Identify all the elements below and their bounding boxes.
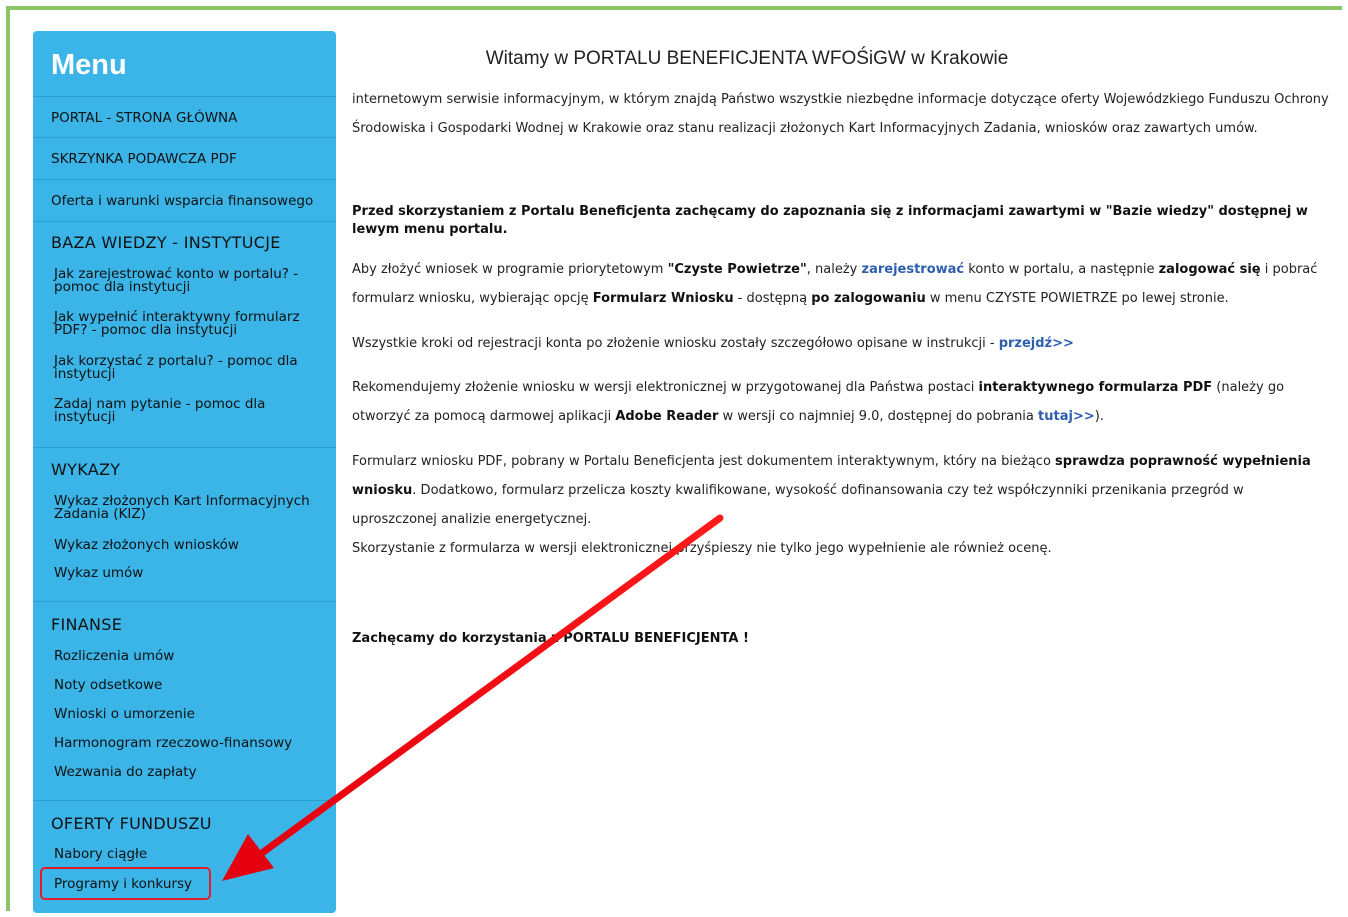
sidebar-item-settlements[interactable]: Rozliczenia umów: [54, 649, 324, 663]
sidebar-item-continuous-calls[interactable]: Nabory ciągłe: [54, 847, 324, 861]
text-bold: Formularz Wniosku: [592, 291, 734, 306]
text-span: Wszystkie kroki od rejestracji konta po …: [352, 336, 999, 351]
page-title: Witamy w PORTALU BENEFICJENTA WFOŚiGW w …: [485, 48, 1009, 69]
menu-title: Menu: [51, 49, 127, 81]
section-title-knowledge-base: BAZA WIEDZY - INSTYTUCJE: [51, 233, 281, 252]
text-span: ).: [1094, 409, 1104, 424]
closing-text: Zachęcamy do korzystania z PORTALU BENEF…: [352, 631, 749, 646]
steps-paragraph: Wszystkie kroki od rejestracji konta po …: [352, 329, 1332, 358]
sidebar-item-ask-question[interactable]: Zadaj nam pytanie - pomoc dla instytucji: [54, 397, 324, 424]
sidebar-item-schedule[interactable]: Harmonogram rzeczowo-finansowy: [54, 736, 324, 750]
text-span: - dostępną: [733, 291, 812, 306]
sidebar-item-interest-notes[interactable]: Noty odsetkowe: [54, 678, 324, 692]
divider: [33, 221, 336, 222]
sidebar-item-register-help[interactable]: Jak zarejestrować konto w portalu? - pom…: [54, 267, 324, 294]
section-title-finance: FINANSE: [51, 615, 123, 634]
form-paragraph: Formularz wniosku PDF, pobrany w Portalu…: [352, 447, 1332, 563]
text-span: w menu CZYSTE POWIETRZE po lewej stronie…: [925, 291, 1229, 306]
text-bold: po zalogowaniu: [811, 291, 926, 306]
text-span: Rekomendujemy złożenie wniosku w wersji …: [352, 380, 979, 395]
sidebar-item-payment-calls[interactable]: Wezwania do zapłaty: [54, 765, 324, 779]
divider: [33, 601, 336, 602]
sidebar-link-portal-home[interactable]: PORTAL - STRONA GŁÓWNA: [51, 110, 237, 126]
text-span: Skorzystanie z formularza w wersji elekt…: [352, 541, 1052, 556]
instruction-link[interactable]: przejdź>>: [999, 336, 1074, 351]
section-title-lists: WYKAZY: [51, 460, 121, 479]
text-span: . Dodatkowo, formularz przelicza koszty …: [352, 483, 1244, 527]
sidebar-item-pdf-help[interactable]: Jak wypełnić interaktywny formularz PDF?…: [54, 310, 324, 337]
text-bold: zalogować się: [1158, 262, 1261, 277]
text-span: konto w portalu, a następnie: [964, 262, 1159, 277]
text-span: , należy: [806, 262, 862, 277]
notice-paragraph: Przed skorzystaniem z Portalu Beneficjen…: [352, 204, 1308, 237]
sidebar-item-contracts-list[interactable]: Wykaz umów: [54, 566, 324, 580]
sidebar-item-kiz-list[interactable]: Wykaz złożonych Kart Informacyjnych Zada…: [54, 494, 324, 521]
divider: [33, 447, 336, 448]
text-span: w wersji co najmniej 9.0, dostępnej do p…: [718, 409, 1039, 424]
sidebar-item-applications-list[interactable]: Wykaz złożonych wniosków: [54, 538, 324, 552]
text-bold: interaktywnego formularza PDF: [978, 380, 1213, 395]
sidebar-link-pdf-inbox[interactable]: SKRZYNKA PODAWCZA PDF: [51, 151, 237, 167]
sidebar-item-portal-help[interactable]: Jak korzystać z portalu? - pomoc dla ins…: [54, 354, 324, 381]
divider: [33, 137, 336, 138]
text-span: Formularz wniosku PDF, pobrany w Portalu…: [352, 454, 1056, 469]
sidebar-link-offer[interactable]: Oferta i warunki wsparcia finansowego: [51, 193, 313, 209]
divider: [33, 96, 336, 97]
instructions-paragraph: Aby złożyć wniosek w programie priorytet…: [352, 255, 1332, 313]
sidebar-menu: Menu PORTAL - STRONA GŁÓWNA SKRZYNKA POD…: [33, 31, 336, 913]
download-link[interactable]: tutaj>>: [1038, 409, 1095, 424]
highlight-box: [40, 867, 211, 900]
recommend-paragraph: Rekomendujemy złożenie wniosku w wersji …: [352, 373, 1332, 431]
divider: [33, 800, 336, 801]
text-bold: "Czyste Powietrze": [667, 262, 807, 277]
divider: [33, 179, 336, 180]
register-link[interactable]: zarejestrować: [862, 262, 965, 277]
intro-paragraph: internetowym serwisie informacyjnym, w k…: [352, 92, 1329, 136]
section-title-fund-offers: OFERTY FUNDUSZU: [51, 814, 212, 833]
text-bold: Adobe Reader: [615, 409, 719, 424]
text-span: Aby złożyć wniosek w programie priorytet…: [352, 262, 668, 277]
sidebar-item-remission[interactable]: Wnioski o umorzenie: [54, 707, 324, 721]
